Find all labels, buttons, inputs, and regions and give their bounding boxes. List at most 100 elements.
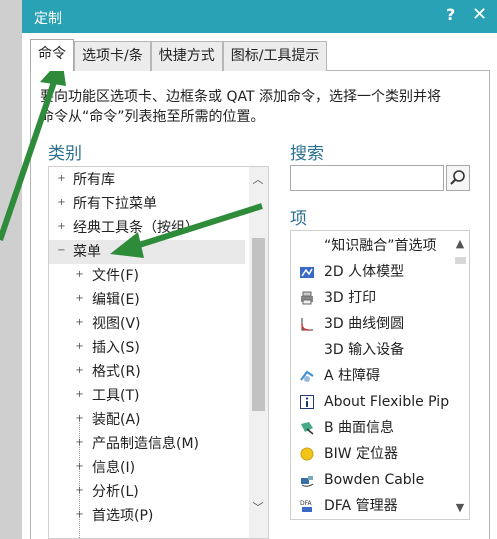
command-item[interactable]: 3D 输入设备 [291, 337, 451, 363]
tree-item-file[interactable]: + 文件(F) [49, 264, 245, 288]
yellow-dot-icon [299, 446, 315, 462]
expand-icon[interactable]: + [75, 342, 84, 352]
command-item[interactable]: BIW 定位器 [291, 441, 451, 467]
tree-item-label: 所有下拉菜单 [73, 196, 157, 212]
instruction-line-1: 要向功能区选项卡、边框条或 QAT 添加命令，选择一个类别并将 [40, 89, 441, 105]
tree-item-menu[interactable]: − 菜单 [49, 240, 245, 264]
tree-item-label: 格式(R) [92, 364, 141, 380]
tree-item-label: 产品制造信息(M) [92, 436, 200, 452]
tree-item-label: 所有库 [73, 172, 115, 188]
title-bar: 定制 ? ✕ [22, 0, 497, 33]
instruction-text: 要向功能区选项卡、边框条或 QAT 添加命令，选择一个类别并将 命令从“命令”列… [40, 87, 490, 127]
tree-item-tools[interactable]: + 工具(T) [49, 384, 245, 408]
command-item[interactable]: About Flexible Pip [291, 389, 451, 415]
tab-shortcuts[interactable]: 快捷方式 [150, 41, 223, 71]
command-item[interactable]: “知识融合”首选项 [291, 233, 451, 259]
categories-title: 类别 [48, 144, 82, 164]
tab-commands[interactable]: 命令 [30, 39, 74, 71]
tree-item-analysis[interactable]: + 分析(L) [49, 480, 245, 504]
background-window [0, 0, 22, 539]
search-input[interactable] [290, 165, 444, 191]
expand-icon[interactable]: + [75, 390, 84, 400]
close-button[interactable]: ✕ [472, 4, 487, 25]
command-item[interactable]: 2D 人体模型 [291, 259, 451, 285]
tree-item-label: 装配(A) [92, 412, 141, 428]
items-title: 项 [290, 209, 307, 229]
tab-icons-tooltips[interactable]: 图标/工具提示 [222, 41, 328, 71]
search-title: 搜索 [290, 144, 324, 164]
tree-item-label: 插入(S) [92, 340, 140, 356]
expand-icon[interactable]: + [75, 366, 84, 376]
command-label: 3D 曲线倒圆 [324, 316, 405, 332]
tree-item-all-dropdowns[interactable]: + 所有下拉菜单 [49, 192, 245, 216]
expand-icon[interactable]: + [75, 270, 84, 280]
tab-strip: 命令 选项卡/条 快捷方式 图标/工具提示 [30, 39, 328, 71]
tree-item-insert[interactable]: + 插入(S) [49, 336, 245, 360]
surface-info-icon [299, 420, 315, 436]
expand-icon[interactable]: + [75, 510, 84, 520]
info-icon [299, 394, 315, 410]
collapse-icon[interactable]: − [57, 246, 66, 256]
command-item[interactable]: DFA DFA 管理器 [291, 493, 451, 519]
tree-item-pmi[interactable]: + 产品制造信息(M) [49, 432, 245, 456]
tree-item-label: 工具(T) [92, 388, 140, 404]
printer-icon [299, 290, 315, 306]
tree-item-classic-toolbars[interactable]: + 经典工具条（按组） [49, 216, 245, 240]
search-button[interactable] [446, 165, 470, 191]
scrollbar-thumb[interactable] [455, 257, 466, 264]
customize-dialog: 定制 ? ✕ 命令 选项卡/条 快捷方式 图标/工具提示 要向功能区选项卡、边框… [22, 0, 497, 539]
tree-item-label: 信息(I) [92, 460, 136, 476]
tree-item-format[interactable]: + 格式(R) [49, 360, 245, 384]
command-label: About Flexible Pip [324, 394, 450, 410]
command-label: “知识融合”首选项 [324, 238, 437, 254]
tree-item-view[interactable]: + 视图(V) [49, 312, 245, 336]
scroll-up-icon[interactable]: ︿ [250, 171, 266, 187]
command-label: 3D 打印 [324, 290, 377, 306]
category-tree[interactable]: + 所有库 + 所有下拉菜单 + 经典工具条（按组） − 菜单 + 文件(F) … [48, 166, 269, 539]
expand-icon[interactable]: + [75, 438, 84, 448]
command-item[interactable]: 3D 打印 [291, 285, 451, 311]
instruction-line-2: 命令从“命令”列表拖至所需的位置。 [40, 109, 265, 125]
tree-item-label: 视图(V) [92, 316, 141, 332]
scroll-down-icon[interactable]: ▼ [452, 501, 468, 514]
expand-icon[interactable]: + [75, 294, 84, 304]
tree-item-label: 首选项(P) [92, 508, 154, 524]
command-label: Bowden Cable [324, 472, 425, 488]
command-item[interactable]: Bowden Cable [291, 467, 451, 493]
command-label: A 柱障碍 [324, 368, 381, 384]
cable-icon [299, 472, 315, 488]
tree-item-label: 文件(F) [92, 268, 139, 284]
expand-icon[interactable]: + [75, 486, 84, 496]
expand-icon[interactable]: + [57, 174, 66, 184]
expand-icon[interactable]: + [57, 222, 66, 232]
tree-item-all-libraries[interactable]: + 所有库 [49, 168, 245, 192]
scroll-down-icon[interactable]: ﹀ [250, 499, 266, 515]
command-label: 3D 输入设备 [324, 342, 405, 358]
tab-tabs-bars[interactable]: 选项卡/条 [74, 41, 151, 71]
scrollbar-thumb[interactable] [252, 238, 265, 411]
dfa-icon: DFA [299, 498, 315, 514]
expand-icon[interactable]: + [75, 318, 84, 328]
expand-icon[interactable]: + [75, 414, 84, 424]
command-label: B 曲面信息 [324, 420, 395, 436]
command-list-scrollbar[interactable]: ▲ ▼ [451, 231, 469, 519]
tree-item-label: 经典工具条（按组） [73, 220, 199, 236]
command-label: BIW 定位器 [324, 446, 399, 462]
help-button[interactable]: ? [446, 5, 455, 24]
category-scrollbar[interactable]: ︿ ﹀ [249, 167, 268, 538]
command-item[interactable]: B 曲面信息 [291, 415, 451, 441]
tree-item-label: 分析(L) [92, 484, 139, 500]
expand-icon[interactable]: + [57, 198, 66, 208]
tree-item-edit[interactable]: + 编辑(E) [49, 288, 245, 312]
tree-item-assembly[interactable]: + 装配(A) [49, 408, 245, 432]
command-item[interactable]: 3D 曲线倒圆 [291, 311, 451, 337]
tree-item-preferences[interactable]: + 首选项(P) [49, 504, 245, 528]
scroll-up-icon[interactable]: ▲ [452, 237, 468, 250]
curve-fillet-icon [299, 316, 315, 332]
magnifier-icon [450, 170, 465, 185]
command-item[interactable]: A 柱障碍 [291, 363, 451, 389]
expand-icon[interactable]: + [75, 462, 84, 472]
command-label: DFA 管理器 [324, 498, 398, 514]
tree-item-information[interactable]: + 信息(I) [49, 456, 245, 480]
command-list[interactable]: “知识融合”首选项 2D 人体模型 3D 打印 3D 曲线倒圆 3D 输入设备 [290, 230, 470, 520]
